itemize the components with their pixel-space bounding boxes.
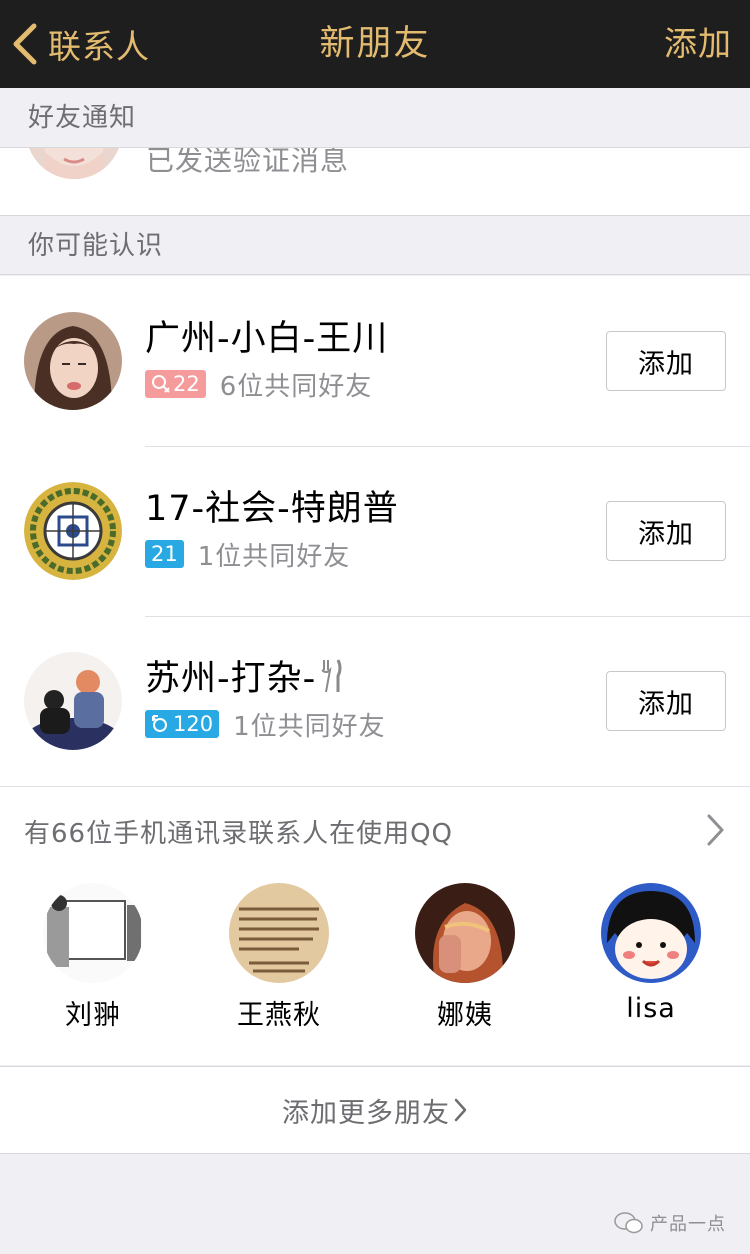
add-button[interactable]: 添加 [664,20,732,68]
chevron-right-icon [454,1098,467,1122]
mutual-friends: 1位共同好友 [233,711,386,742]
add-more-friends-label: 添加更多朋友 [282,1097,450,1129]
avatar [24,482,122,580]
watermark: 产品一点 [614,1210,726,1236]
gender-age-badge: 120 [145,710,220,738]
avatar [229,883,329,983]
list-item[interactable]: 苏州-打杂- 120 1位共同好友 添加 [0,616,750,786]
contact-name: 刘翀 [65,1000,121,1031]
add-friend-button[interactable]: 添加 [606,501,726,561]
contact-name: 苏州-打杂- [145,658,344,700]
phone-contacts-header[interactable]: 有66位手机通讯录联系人在使用QQ [24,813,453,850]
contact-item[interactable]: 刘翀 [38,883,148,1032]
badge-age: 21 [151,542,178,566]
fork-knife-icon [321,659,342,693]
back-button[interactable]: 联系人 [10,20,150,68]
contact-name: 广州-小白-王川 [145,319,389,359]
watermark-label: 产品一点 [650,1214,726,1235]
avatar [24,312,122,410]
notification-status: 已发送验证消息 [146,148,350,177]
chevron-right-icon[interactable] [706,813,726,847]
list-item[interactable]: 广州-小白-王川 22 6位共同好友 添加 [0,276,750,446]
chevron-left-icon [13,23,37,65]
avatar [601,883,701,983]
list-item[interactable]: 17-社会-特朗普 21 1位共同好友 添加 [0,446,750,616]
avatar [26,148,122,179]
section-header-notifications: 好友通知 [0,88,750,148]
back-label: 联系人 [48,27,150,66]
section-header-may-know: 你可能认识 [0,215,750,275]
contact-name: 王燕秋 [237,1000,321,1031]
wechat-icon [614,1212,643,1234]
add-friend-button[interactable]: 添加 [606,331,726,391]
male-icon [152,715,167,732]
suggestion-list: 广州-小白-王川 22 6位共同好友 添加 17-社会-特朗普 21 1位共同好… [0,276,750,786]
add-friend-button[interactable]: 添加 [606,671,726,731]
badge-age: 22 [173,372,200,396]
badge-age: 120 [173,712,214,736]
nav-bar: 联系人 新朋友 添加 [0,0,750,88]
contact-item[interactable]: 王燕秋 [224,883,334,1032]
avatar [24,652,122,750]
notification-row[interactable]: 已发送验证消息 [0,148,750,215]
contact-name: 17-社会-特朗普 [145,489,399,529]
mutual-friends: 1位共同好友 [197,541,351,572]
mutual-friends: 6位共同好友 [219,371,373,402]
phone-contacts-panel: 有66位手机通讯录联系人在使用QQ 刘翀 王燕秋 娜姨 lisa [0,786,750,1065]
contact-name: lisa [626,993,676,1024]
gender-age-badge: 21 [145,540,184,568]
contact-item[interactable]: 娜姨 [410,883,520,1032]
avatar [415,883,515,983]
avatar [43,883,143,983]
female-icon [152,375,170,393]
contact-name: 娜姨 [437,1000,493,1031]
gender-age-badge: 22 [145,370,206,398]
contact-item[interactable]: lisa [596,883,706,1024]
add-more-friends-button[interactable]: 添加更多朋友 [0,1066,750,1154]
